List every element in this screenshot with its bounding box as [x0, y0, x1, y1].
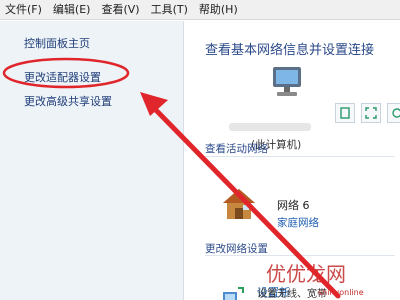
network-type-link[interactable]: 家庭网络	[277, 215, 319, 230]
change-adapter-settings-link[interactable]: 更改适配器设置	[24, 69, 101, 85]
menu-help[interactable]: 帮助(H)	[194, 0, 244, 20]
new-connection-icon	[223, 287, 244, 300]
computer-icon	[273, 67, 301, 96]
full-map-icon[interactable]	[335, 103, 355, 123]
watermark-url: shinyonline	[318, 288, 364, 297]
watermark-text: 优优龙网	[266, 262, 346, 286]
active-networks-heading: 查看活动网络	[205, 143, 268, 155]
menu-bar: 文件(F) 编辑(E) 查看(V) 工具(T) 帮助(H)	[0, 0, 400, 20]
control-panel-home-link[interactable]: 控制面板主页	[24, 35, 90, 51]
computer-name-redacted	[229, 123, 311, 131]
network-name: 网络 6	[277, 199, 310, 212]
network-map-icon[interactable]	[387, 103, 400, 123]
new-connection-description: 设置无线、宽带	[257, 289, 327, 300]
menu-file[interactable]: 文件(F)	[0, 0, 48, 20]
home-network-icon	[223, 189, 255, 219]
section-divider	[205, 156, 395, 157]
menu-edit[interactable]: 编辑(E)	[48, 0, 97, 20]
change-network-settings-heading: 更改网络设置	[205, 243, 268, 255]
map-toolbar	[335, 103, 400, 123]
task-pane: 控制面板主页 更改适配器设置 更改高级共享设置	[0, 21, 184, 300]
expand-icon[interactable]	[361, 103, 381, 123]
menu-tools[interactable]: 工具(T)	[146, 0, 194, 20]
section-divider	[205, 255, 395, 256]
page-title: 查看基本网络信息并设置连接	[205, 43, 375, 58]
change-advanced-sharing-link[interactable]: 更改高级共享设置	[24, 93, 112, 109]
menu-view[interactable]: 查看(V)	[96, 0, 145, 20]
